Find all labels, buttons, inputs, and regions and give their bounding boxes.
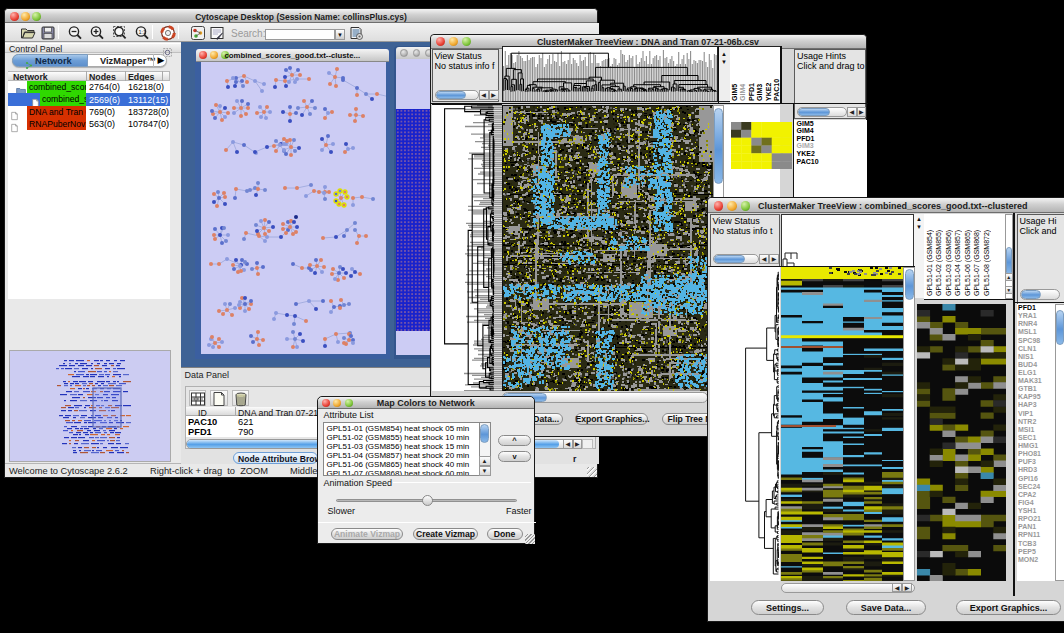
svg-text:1:1: 1:1	[138, 29, 146, 35]
